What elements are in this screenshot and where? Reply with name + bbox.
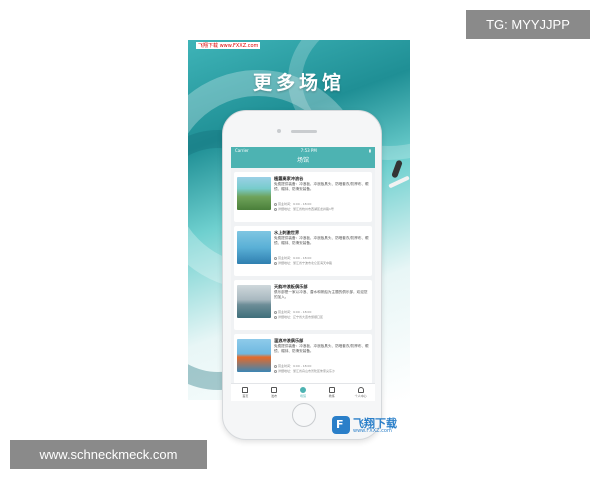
venue-hours: 营业时间：9:00 - 18:00 <box>274 256 369 260</box>
status-time: 7:53 PM <box>300 148 317 153</box>
venue-hours: 营业时间：9:00 - 18:00 <box>274 364 369 368</box>
user-icon <box>357 387 364 393</box>
speaker <box>291 130 317 133</box>
address-text: 详细地址：浙江省宁波市北仑区海天中路 <box>278 261 333 265</box>
venue-card[interactable]: 天韵冲浪板俱乐部 俱乐部是一家以冲浪、潜水和帆船为主题的俱乐部，欢迎您的加入。 … <box>234 280 372 330</box>
edit-icon <box>271 387 278 393</box>
venue-thumbnail <box>237 231 271 264</box>
tab-label: 场馆 <box>299 394 306 398</box>
camera <box>277 129 281 133</box>
venue-desc: 免费提供装备：冲浪板、冲浪板具头、防晒套衣/防摩布、眼镜、帽袜、防滑安装备。 <box>274 182 369 191</box>
tab-profile[interactable]: 个人中心 <box>348 387 374 398</box>
clock-icon <box>274 364 277 368</box>
hours-text: 营业时间：9:00 - 18:00 <box>278 256 312 260</box>
home-button[interactable] <box>292 403 316 427</box>
venue-card[interactable]: 水上刺激世界 免费提供装备：冲浪板、冲浪板具头、防晒套衣/防摩布、眼镜、帽袜、防… <box>234 226 372 276</box>
logo-url: www.FXXZ.com <box>353 428 392 434</box>
tab-publish[interactable]: 发布 <box>261 387 287 398</box>
clock-icon <box>274 256 277 260</box>
venue-desc: 免费提供装备：冲浪板、冲浪板具头、防晒套衣/防摩布、眼镜、帽袜、防滑安装备。 <box>274 344 369 353</box>
hours-text: 营业时间：9:00 - 18:00 <box>278 310 312 314</box>
tab-label: 教练 <box>328 394 335 398</box>
venue-address: 详细地址：浙江省舟山市普陀区朱家尖东沙 <box>274 369 369 373</box>
location-icon <box>274 369 277 373</box>
site-watermark: www.schneckmeck.com <box>10 440 207 469</box>
venue-thumbnail <box>237 339 271 372</box>
tab-label: 个人中心 <box>354 394 367 398</box>
venue-card[interactable]: 温浪冲浪俱乐部 免费提供装备：冲浪板、冲浪板具头、防晒套衣/防摩布、眼镜、帽袜、… <box>234 334 372 383</box>
clock-icon <box>274 310 277 314</box>
logo-icon: F <box>332 416 350 434</box>
fxxz-logo: F 飞翔下载 www.FXXZ.com <box>332 414 412 438</box>
hours-text: 营业时间：9:00 - 18:00 <box>278 202 312 206</box>
venue-desc: 免费提供装备：冲浪板、冲浪板具头、防晒套衣/防摩布、眼镜、帽袜、防滑安装备。 <box>274 236 369 245</box>
address-text: 详细地址：辽宁省大连市旅顺口区 <box>278 315 324 319</box>
venue-thumbnail <box>237 177 271 210</box>
venue-thumbnail <box>237 285 271 318</box>
status-bar: Carrier 7:53 PM ▮ <box>231 147 375 154</box>
tab-label: 发布 <box>271 394 278 398</box>
carrier-label: Carrier <box>235 148 249 153</box>
hours-text: 营业时间：9:00 - 18:00 <box>278 364 312 368</box>
address-text: 详细地址：浙江省舟山市普陀区朱家尖东沙 <box>278 369 336 373</box>
location-icon <box>274 315 277 319</box>
app-screen: Carrier 7:53 PM ▮ 场馆 植霞高家冲浪谷 免费提供装备：冲浪板、… <box>231 147 375 401</box>
home-icon <box>242 387 249 393</box>
venue-address: 详细地址：浙江省宁波市北仑区海天中路 <box>274 261 369 265</box>
clock-icon <box>274 202 277 206</box>
venue-address: 详细地址：辽宁省大连市旅顺口区 <box>274 315 369 319</box>
surfer-figure <box>388 159 410 189</box>
tab-home[interactable]: 首页 <box>232 387 258 398</box>
venue-list: 植霞高家冲浪谷 免费提供装备：冲浪板、冲浪板具头、防晒套衣/防摩布、眼镜、帽袜、… <box>231 168 375 383</box>
location-icon <box>274 261 277 265</box>
tab-venues[interactable]: 场馆 <box>290 387 316 398</box>
coach-icon <box>328 387 335 393</box>
venue-address: 详细地址：浙江省杭州市西湖区龙井路1号 <box>274 207 369 211</box>
battery-icon: ▮ <box>368 148 371 153</box>
nav-title: 场馆 <box>231 154 375 168</box>
tab-bar: 首页 发布 场馆 教练 个人中心 <box>231 383 375 401</box>
venue-hours: 营业时间：9:00 - 18:00 <box>274 310 369 314</box>
address-text: 详细地址：浙江省杭州市西湖区龙井路1号 <box>278 207 334 211</box>
venue-icon <box>299 387 306 393</box>
source-tag: 飞翔下载 www.FXXZ.com <box>196 42 261 49</box>
promo-title: 更多场馆 <box>252 72 345 94</box>
location-icon <box>274 207 277 211</box>
screenshot-canvas: 飞翔下载 www.FXXZ.com 更多场馆 Carrier 7:53 PM ▮… <box>0 0 600 480</box>
phone-mockup: Carrier 7:53 PM ▮ 场馆 植霞高家冲浪谷 免费提供装备：冲浪板、… <box>222 110 382 440</box>
venue-desc: 俱乐部是一家以冲浪、潜水和帆船为主题的俱乐部，欢迎您的加入。 <box>274 290 368 299</box>
venue-card[interactable]: 植霞高家冲浪谷 免费提供装备：冲浪板、冲浪板具头、防晒套衣/防摩布、眼镜、帽袜、… <box>234 172 372 222</box>
tab-label: 首页 <box>242 394 249 398</box>
venue-hours: 营业时间：9:00 - 18:00 <box>274 202 369 206</box>
tab-coach[interactable]: 教练 <box>319 387 345 398</box>
tg-watermark: TG: MYYJJPP <box>466 10 590 39</box>
